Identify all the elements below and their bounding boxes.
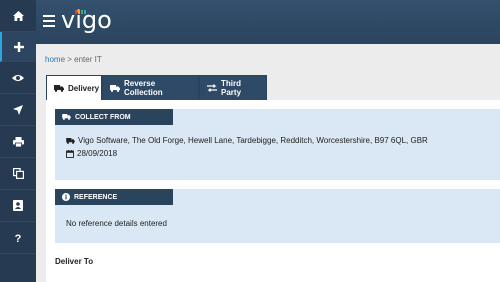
collect-from-title: COLLECT FROM	[75, 113, 131, 121]
exchange-icon	[207, 84, 217, 92]
tab-reverse-collection-label: Reverse Collection	[124, 79, 163, 97]
tab-delivery[interactable]: Delivery	[46, 75, 102, 100]
reference-card: REFERENCE No reference details entered	[55, 189, 500, 243]
print-icon	[12, 136, 24, 147]
logo-bar-blue	[84, 10, 86, 14]
tab-third-party[interactable]: Third Party	[199, 75, 267, 100]
breadcrumb-current: enter IT	[74, 55, 102, 64]
tab-reverse-collection[interactable]: Reverse Collection	[102, 75, 199, 100]
plus-icon	[14, 41, 24, 52]
sidebar-item-home[interactable]	[0, 0, 36, 32]
breadcrumb-home-link[interactable]: home	[45, 55, 65, 64]
sidebar: ?	[0, 0, 36, 282]
logo-bar-orange	[78, 10, 80, 14]
reference-text: No reference details entered	[66, 219, 167, 228]
tab-third-party-label: Third Party	[221, 79, 242, 97]
app-logo: vigo	[61, 5, 112, 35]
logo-bar-red	[75, 10, 77, 14]
breadcrumb: home > enter IT	[45, 55, 102, 64]
reference-header: REFERENCE	[55, 189, 173, 205]
info-circle-icon	[62, 193, 70, 201]
sidebar-item-help[interactable]: ?	[0, 222, 36, 254]
logo-color-bars	[75, 10, 87, 14]
delivery-panel: COLLECT FROM Vigo Software, The Old Forg…	[46, 100, 500, 282]
tab-bar: Delivery Reverse Collection Third Party	[46, 75, 267, 100]
collect-address: Vigo Software, The Old Forge, Hewell Lan…	[78, 136, 428, 145]
main-content: home > enter IT Delivery Reverse Collect…	[36, 44, 500, 282]
truck-icon	[62, 114, 71, 120]
collect-date: 28/09/2018	[77, 149, 118, 158]
location-arrow-icon	[13, 104, 23, 115]
truck-icon	[54, 84, 64, 92]
breadcrumb-separator: >	[67, 55, 72, 64]
eye-icon	[12, 74, 24, 81]
sidebar-item-view[interactable]	[0, 62, 36, 94]
copy-icon	[12, 168, 24, 179]
collect-from-card: COLLECT FROM Vigo Software, The Old Forg…	[55, 109, 500, 180]
svg-text:?: ?	[15, 233, 22, 243]
address-book-icon	[13, 200, 23, 211]
collect-from-header: COLLECT FROM	[55, 109, 173, 125]
logo-bar-green	[81, 10, 83, 14]
sidebar-item-track[interactable]	[0, 94, 36, 126]
truck-icon	[66, 137, 75, 144]
hamburger-menu-icon[interactable]	[43, 15, 55, 27]
deliver-to-heading: Deliver To	[55, 257, 94, 266]
collect-date-row: 28/09/2018	[66, 149, 117, 158]
sidebar-item-copy[interactable]	[0, 158, 36, 190]
collect-address-row: Vigo Software, The Old Forge, Hewell Lan…	[66, 136, 428, 145]
home-icon	[12, 10, 24, 21]
calendar-icon	[66, 149, 74, 158]
help-icon: ?	[15, 233, 22, 243]
truck-icon	[110, 84, 120, 92]
top-header: vigo	[36, 0, 500, 44]
sidebar-item-contacts[interactable]	[0, 190, 36, 222]
sidebar-item-print[interactable]	[0, 126, 36, 158]
reference-title: REFERENCE	[74, 193, 118, 201]
sidebar-item-add[interactable]	[0, 32, 36, 62]
reference-text-row: No reference details entered	[66, 219, 167, 228]
tab-delivery-label: Delivery	[68, 83, 100, 93]
